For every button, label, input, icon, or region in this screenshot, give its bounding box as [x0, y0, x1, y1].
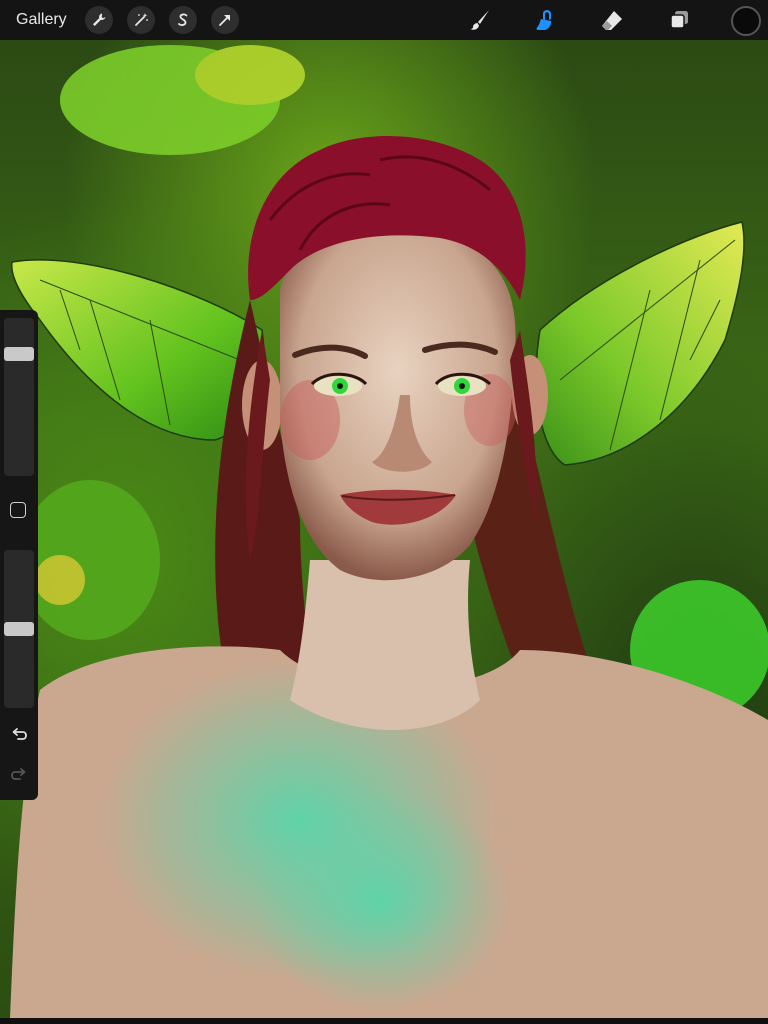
- adjustments-button[interactable]: [126, 6, 155, 34]
- undo-icon[interactable]: [9, 725, 29, 745]
- eraser-tool-button[interactable]: [598, 6, 626, 34]
- selection-icon: [177, 13, 188, 26]
- layers-icon: [670, 11, 688, 29]
- artwork: [10, 45, 768, 1018]
- opacity-thumb[interactable]: [4, 622, 34, 636]
- selection-button[interactable]: [168, 6, 197, 34]
- procreate-app: Gallery: [0, 0, 768, 1024]
- bottom-edge: [0, 1018, 768, 1024]
- redo-icon[interactable]: [9, 765, 29, 785]
- smudge-tool-button[interactable]: [531, 6, 559, 34]
- brush-icon: [470, 10, 489, 30]
- transform-arrow-icon: [218, 15, 230, 26]
- brush-size-thumb[interactable]: [4, 347, 34, 361]
- smudge-icon: [536, 10, 552, 30]
- opacity-slider[interactable]: [4, 550, 34, 708]
- gallery-button[interactable]: Gallery: [16, 11, 67, 29]
- actions-button[interactable]: [84, 6, 113, 34]
- eraser-icon: [602, 11, 622, 30]
- magic-wand-icon: [134, 13, 148, 26]
- top-toolbar: Gallery: [0, 0, 768, 40]
- brush-size-slider[interactable]: [4, 318, 34, 476]
- brush-tool-button[interactable]: [466, 6, 494, 34]
- layers-button[interactable]: [665, 6, 693, 34]
- color-picker-button[interactable]: [731, 6, 761, 36]
- modify-button[interactable]: [10, 502, 26, 518]
- transform-button[interactable]: [210, 6, 239, 34]
- wrench-icon: [92, 13, 106, 26]
- left-sidebar: [0, 310, 38, 800]
- drawing-canvas[interactable]: [0, 40, 768, 1018]
